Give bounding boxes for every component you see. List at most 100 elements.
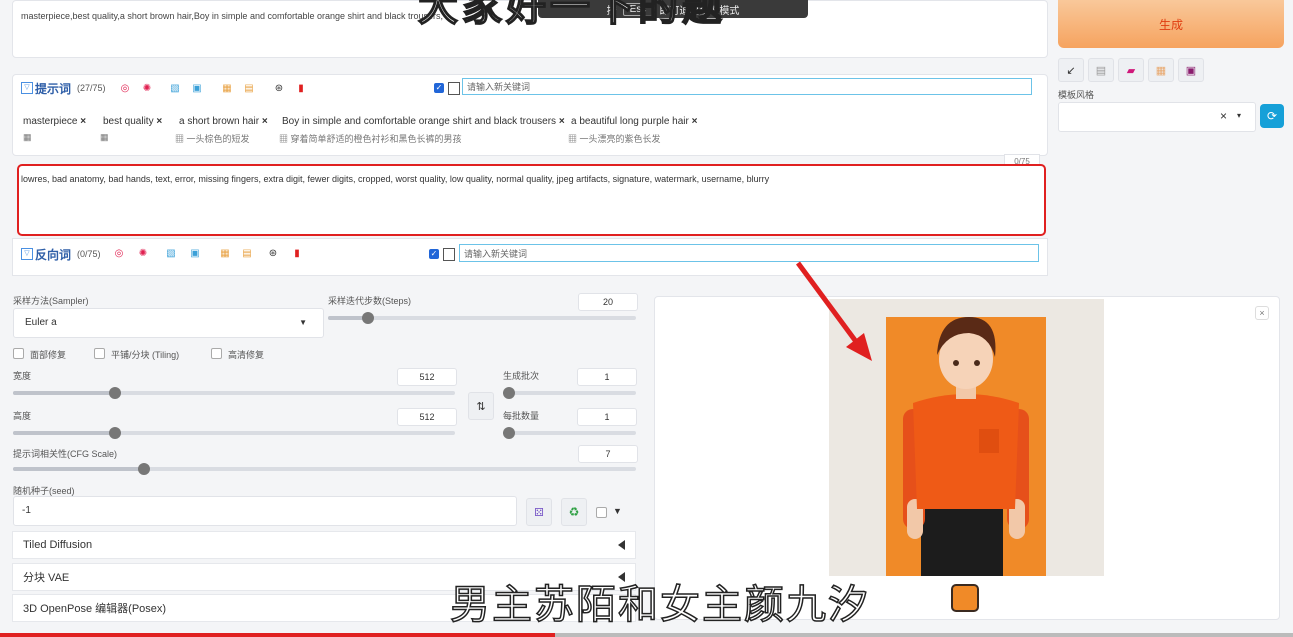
cfg-slider-handle[interactable]	[137, 463, 150, 475]
paste-button[interactable]: ▣	[189, 80, 205, 96]
trash-button[interactable]: ▤	[1088, 58, 1114, 82]
video-progress-bar[interactable]	[0, 633, 1293, 637]
template-style-select[interactable]: × ▾	[1058, 102, 1256, 132]
copy-button[interactable]: ▧	[167, 80, 183, 96]
height-slider-handle[interactable]	[108, 427, 121, 439]
negative-prompt-box[interactable]: lowres, bad anatomy, bad hands, text, er…	[17, 164, 1046, 236]
generate-label: 生成	[1158, 17, 1183, 32]
video-subtitle: 男主苏陌和女主颜九汐	[449, 581, 870, 629]
refresh-style-button[interactable]: ⟳	[1260, 104, 1284, 128]
steps-slider-handle[interactable]	[362, 312, 375, 324]
grid-icon: ▦	[222, 82, 232, 94]
close-icon[interactable]: ×	[1255, 306, 1269, 320]
prompt-toolbar: ▽ 提示词 (27/75) ◎ ✺ ▧ ▣ ▦ ▤ ⊛ ▮ ✓ 请输入新关键词 …	[12, 74, 1048, 156]
dice-icon: ⚄	[534, 506, 544, 519]
cfg-label: 提示词相关性(CFG Scale)	[13, 449, 118, 459]
enable-checkbox[interactable]: ✓	[434, 83, 444, 93]
batch-count-slider-handle[interactable]	[503, 387, 515, 399]
chip-remove-icon[interactable]: ×	[80, 116, 86, 127]
batch-count-slider[interactable]	[503, 391, 636, 395]
red-arrow-annotation	[795, 261, 872, 361]
settings-button[interactable]: ✺	[135, 245, 151, 261]
paste-button[interactable]: ▣	[187, 245, 203, 261]
video-progress-fill	[0, 633, 555, 637]
negative-prompt-text: lowres, bad anatomy, bad hands, text, er…	[21, 174, 770, 184]
copy-button[interactable]: ▧	[163, 245, 179, 261]
chip-remove-icon[interactable]: ×	[156, 116, 162, 127]
lang-zh-button[interactable]: ▦	[217, 245, 233, 261]
hires-checkbox[interactable]	[211, 348, 222, 359]
translate-button[interactable]: ◎	[117, 80, 133, 96]
lang-en-button[interactable]: ▤	[241, 80, 257, 96]
paste-icon: ▣	[190, 247, 200, 259]
delete-button[interactable]: ▮	[289, 245, 305, 261]
apply-style-button[interactable]: ↙	[1058, 58, 1084, 82]
prompt-chip[interactable]: Boy in simple and comfortable orange shi…	[282, 116, 565, 127]
accordion-tiled-diffusion[interactable]: Tiled Diffusion	[12, 531, 636, 559]
prompt-chip[interactable]: masterpiece ×	[23, 116, 87, 127]
sampler-select[interactable]: Euler a ▼	[13, 308, 324, 338]
prompt-chip[interactable]: a beautiful long purple hair ×	[571, 116, 698, 127]
extra-seed-checkbox[interactable]	[596, 507, 607, 518]
keyword-input[interactable]: 请输入新关键词	[462, 78, 1032, 95]
steps-slider[interactable]	[328, 316, 636, 320]
copy-icon: ▧	[166, 247, 176, 259]
batch-count-input[interactable]: 1	[577, 368, 637, 386]
generate-button[interactable]: 生成	[1058, 0, 1284, 48]
reuse-seed-button[interactable]: ♻	[561, 498, 587, 526]
settings-button[interactable]: ✺	[139, 80, 155, 96]
height-label: 高度	[13, 411, 32, 421]
batch-size-slider[interactable]	[503, 431, 636, 435]
style-button[interactable]: ▰	[1118, 58, 1144, 82]
random-seed-button[interactable]: ⚄	[526, 498, 552, 526]
en-icon: ▤	[242, 247, 252, 259]
accordion-title: 分块 VAE	[23, 572, 70, 584]
arrow-icon: ↙	[1066, 64, 1076, 77]
collapse-toggle-icon[interactable]: ▽	[21, 82, 33, 94]
globe-icon: ◎	[120, 82, 130, 94]
prompt-chip[interactable]: a short brown hair ×	[179, 116, 268, 127]
chevron-down-icon: ▼	[299, 318, 307, 327]
history-button[interactable]: ⊛	[265, 245, 281, 261]
swap-dimensions-button[interactable]: ⇅	[468, 392, 494, 420]
cfg-input[interactable]: 7	[578, 445, 638, 463]
width-slider-handle[interactable]	[108, 387, 121, 399]
history-icon: ⊛	[274, 82, 284, 94]
gear-icon: ✺	[138, 247, 148, 259]
collapse-toggle-icon[interactable]: ▽	[21, 248, 33, 260]
channel-avatar-icon	[951, 584, 979, 612]
save-style-button[interactable]: ▣	[1178, 58, 1204, 82]
seed-input[interactable]: -1	[13, 496, 517, 526]
lang-en-button[interactable]: ▤	[239, 245, 255, 261]
translate-button[interactable]: ◎	[111, 245, 127, 261]
steps-label: 采样迭代步数(Steps)	[328, 296, 412, 306]
width-input[interactable]: 512	[397, 368, 457, 386]
panel-toggle-icon[interactable]	[448, 82, 460, 95]
clear-icon[interactable]: ×	[1220, 109, 1227, 123]
height-input[interactable]: 512	[397, 408, 457, 426]
chip-sub: 穿着简单舒适的橙色衬衫和黑色长裤的男孩	[290, 134, 462, 144]
steps-input[interactable]: 20	[578, 293, 638, 311]
chip-remove-icon[interactable]: ×	[559, 116, 565, 127]
history-button[interactable]: ⊛	[271, 80, 287, 96]
prompt-chip[interactable]: best quality ×	[103, 116, 163, 127]
batch-size-input[interactable]: 1	[577, 408, 637, 426]
face-restore-checkbox[interactable]	[13, 348, 24, 359]
clipboard-icon: ▦	[1155, 64, 1167, 77]
extra-seed-toggle-icon[interactable]: ▼	[613, 506, 622, 516]
tiling-checkbox[interactable]	[94, 348, 105, 359]
keyword-input[interactable]: 请输入新关键词	[459, 244, 1039, 262]
history-icon: ⊛	[268, 247, 278, 259]
batch-size-slider-handle[interactable]	[503, 427, 515, 439]
lang-zh-button[interactable]: ▦	[219, 80, 235, 96]
enable-checkbox[interactable]: ✓	[429, 249, 439, 259]
recycle-icon: ♻	[568, 505, 580, 519]
batch-size-label: 每批数量	[503, 411, 540, 421]
chip-remove-icon[interactable]: ×	[692, 116, 698, 127]
chevron-down-icon[interactable]: ▾	[1237, 111, 1241, 120]
delete-button[interactable]: ▮	[293, 80, 309, 96]
panel-toggle-icon[interactable]	[443, 248, 455, 261]
chip-remove-icon[interactable]: ×	[262, 116, 268, 127]
clipboard-button[interactable]: ▦	[1148, 58, 1174, 82]
copy-icon: ▧	[170, 82, 180, 94]
